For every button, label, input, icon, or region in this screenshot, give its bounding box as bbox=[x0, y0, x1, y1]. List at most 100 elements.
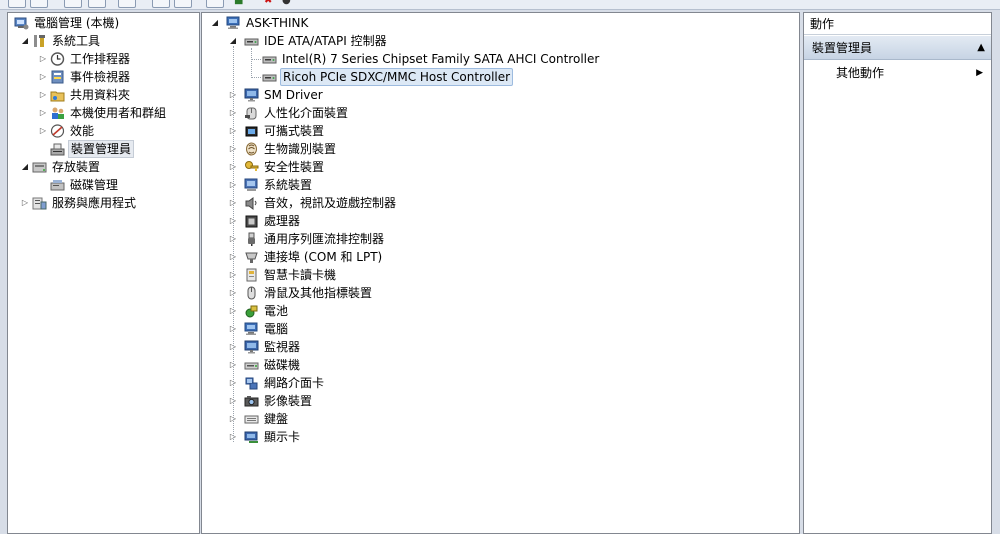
device-category[interactable]: ▷ 智慧卡讀卡機 bbox=[202, 266, 799, 284]
tools-icon bbox=[32, 34, 47, 48]
display-adapter-icon bbox=[244, 430, 259, 444]
collapse-arrow-icon[interactable]: ◢ bbox=[20, 32, 30, 50]
device-item[interactable]: Ricoh PCIe SDXC/MMC Host Controller bbox=[202, 68, 799, 86]
computer-icon bbox=[244, 322, 259, 336]
device-category[interactable]: ▷ 系統裝置 bbox=[202, 176, 799, 194]
disk-management-icon bbox=[50, 178, 65, 192]
submenu-arrow-icon[interactable]: ▶ bbox=[976, 64, 983, 82]
tree-guide-line bbox=[251, 59, 261, 60]
actions-section-label: 裝置管理員 bbox=[812, 41, 873, 55]
expand-arrow-icon[interactable]: ▷ bbox=[38, 122, 48, 140]
update-driver-icon[interactable]: ■ bbox=[234, 0, 243, 6]
enable-icon[interactable]: ● bbox=[282, 0, 291, 6]
device-category-label: 顯示卡 bbox=[264, 430, 301, 444]
device-category-label: 磁碟機 bbox=[264, 358, 301, 372]
expand-arrow-icon[interactable]: ▷ bbox=[38, 86, 48, 104]
console-tree-item-label: 工作排程器 bbox=[70, 52, 131, 66]
speaker-icon bbox=[244, 196, 259, 210]
device-category[interactable]: ▷ 音效，視訊及遊戲控制器 bbox=[202, 194, 799, 212]
console-tree-item[interactable]: 電腦管理 (本機) bbox=[8, 14, 199, 32]
device-category[interactable]: ▷ 顯示卡 bbox=[202, 428, 799, 446]
usb-icon bbox=[244, 232, 259, 246]
event-viewer-icon bbox=[50, 70, 65, 84]
back-button[interactable] bbox=[8, 0, 26, 8]
device-category[interactable]: ▷ 鍵盤 bbox=[202, 410, 799, 428]
more-actions-item[interactable]: 其他動作 bbox=[836, 64, 884, 82]
console-tree-item[interactable]: ▷ 服務與應用程式 bbox=[8, 194, 199, 212]
console-tree-item-label: 本機使用者和群組 bbox=[70, 106, 167, 120]
device-category[interactable]: ▷ 生物識別裝置 bbox=[202, 140, 799, 158]
processor-icon bbox=[244, 214, 259, 228]
collapse-arrow-icon[interactable]: ◢ bbox=[20, 158, 30, 176]
device-manager-icon bbox=[50, 142, 65, 156]
actions-section-device-manager[interactable]: 裝置管理員 ▲ bbox=[804, 36, 991, 60]
device-category[interactable]: ▷ 電池 bbox=[202, 302, 799, 320]
device-category[interactable]: ▷ 處理器 bbox=[202, 212, 799, 230]
collapse-triangle-icon[interactable]: ▲ bbox=[977, 36, 985, 60]
export-button[interactable] bbox=[174, 0, 192, 8]
device-item-label: Intel(R) 7 Series Chipset Family SATA AH… bbox=[282, 52, 600, 66]
up-button[interactable] bbox=[64, 0, 82, 8]
uninstall-icon[interactable]: ✖ bbox=[264, 0, 272, 6]
device-category[interactable]: ▷ 影像裝置 bbox=[202, 392, 799, 410]
device-category-label: 滑鼠及其他指標裝置 bbox=[264, 286, 373, 300]
console-tree-item[interactable]: ▷ 本機使用者和群組 bbox=[8, 104, 199, 122]
device-category[interactable]: ▷ 電腦 bbox=[202, 320, 799, 338]
scan-hardware-button[interactable] bbox=[206, 0, 224, 8]
device-tree-root[interactable]: ◢ ASK-THINK bbox=[202, 14, 799, 32]
console-tree-item-label: 電腦管理 (本機) bbox=[34, 16, 120, 30]
device-category-label: 電腦 bbox=[264, 322, 289, 336]
console-tree-item-label: 共用資料夾 bbox=[70, 88, 131, 102]
console-tree-item-label: 存放裝置 bbox=[52, 160, 101, 174]
device-category[interactable]: ▷ 磁碟機 bbox=[202, 356, 799, 374]
console-tree-item[interactable]: 磁碟管理 bbox=[8, 176, 199, 194]
console-tree-item[interactable]: 裝置管理員 bbox=[8, 140, 199, 158]
console-tree-item[interactable]: ▷ 共用資料夾 bbox=[8, 86, 199, 104]
device-category-label: 人性化介面裝置 bbox=[264, 106, 349, 120]
clock-icon bbox=[50, 52, 65, 66]
forward-button[interactable] bbox=[30, 0, 48, 8]
expand-arrow-icon[interactable]: ▷ bbox=[38, 50, 48, 68]
expand-arrow-icon[interactable]: ▷ bbox=[20, 194, 30, 212]
device-item-label: Ricoh PCIe SDXC/MMC Host Controller bbox=[280, 68, 514, 86]
device-category[interactable]: ▷ 通用序列匯流排控制器 bbox=[202, 230, 799, 248]
computer-management-icon bbox=[14, 16, 29, 30]
device-category[interactable]: ▷ 連接埠 (COM 和 LPT) bbox=[202, 248, 799, 266]
console-tree-item[interactable]: ▷ 效能 bbox=[8, 122, 199, 140]
device-category-label: 連接埠 (COM 和 LPT) bbox=[264, 250, 383, 264]
properties-button[interactable] bbox=[118, 0, 136, 8]
device-category[interactable]: ▷ 網路介面卡 bbox=[202, 374, 799, 392]
show-hide-tree-button[interactable] bbox=[88, 0, 106, 8]
console-tree-item[interactable]: ◢ 存放裝置 bbox=[8, 158, 199, 176]
device-category-label: 安全性裝置 bbox=[264, 160, 325, 174]
device-category-label: 可攜式裝置 bbox=[264, 124, 325, 138]
shared-folder-icon bbox=[50, 88, 65, 102]
expand-arrow-icon[interactable]: ▷ bbox=[38, 68, 48, 86]
performance-icon bbox=[50, 124, 65, 138]
device-category[interactable]: ▷ 人性化介面裝置 bbox=[202, 104, 799, 122]
key-icon bbox=[244, 160, 259, 174]
device-category[interactable]: ▷ 滑鼠及其他指標裝置 bbox=[202, 284, 799, 302]
console-tree-item-label: 服務與應用程式 bbox=[52, 196, 137, 210]
battery-icon bbox=[244, 304, 259, 318]
device-category-ide[interactable]: ◢ IDE ATA/ATAPI 控制器 bbox=[202, 32, 799, 50]
console-tree-item[interactable]: ▷ 事件檢視器 bbox=[8, 68, 199, 86]
device-category[interactable]: ▷ 安全性裝置 bbox=[202, 158, 799, 176]
tree-guide-line bbox=[251, 48, 252, 78]
device-item[interactable]: Intel(R) 7 Series Chipset Family SATA AH… bbox=[202, 50, 799, 68]
device-category[interactable]: ▷ 可攜式裝置 bbox=[202, 122, 799, 140]
device-category[interactable]: ▷ SM Driver bbox=[202, 86, 799, 104]
network-adapter-icon bbox=[244, 376, 259, 390]
device-category-label: 鍵盤 bbox=[264, 412, 289, 426]
device-category[interactable]: ▷ 監視器 bbox=[202, 338, 799, 356]
help-button[interactable] bbox=[152, 0, 170, 8]
collapse-arrow-icon[interactable]: ◢ bbox=[210, 14, 220, 32]
portable-device-icon bbox=[244, 124, 259, 138]
device-category-label: 通用序列匯流排控制器 bbox=[264, 232, 385, 246]
expand-arrow-icon[interactable]: ▷ bbox=[38, 104, 48, 122]
device-tree-pane: ◢ ASK-THINK ◢ IDE ATA/ATAPI 控制器 Intel(R) 7 S… bbox=[201, 12, 800, 534]
device-category-label: 監視器 bbox=[264, 340, 301, 354]
fingerprint-icon bbox=[244, 142, 259, 156]
console-tree-item[interactable]: ▷ 工作排程器 bbox=[8, 50, 199, 68]
console-tree-item[interactable]: ◢ 系統工具 bbox=[8, 32, 199, 50]
